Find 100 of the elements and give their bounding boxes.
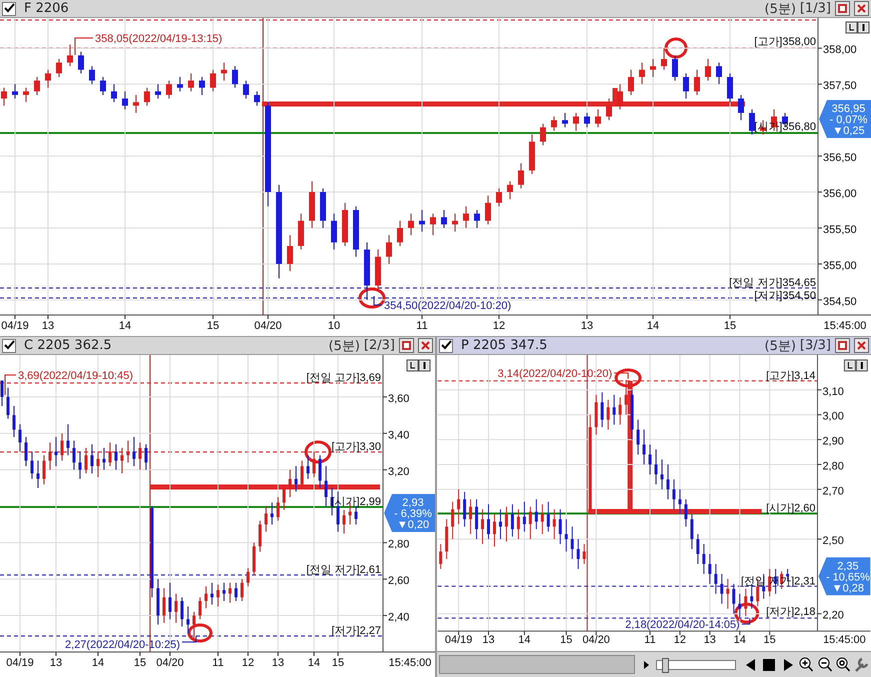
axis-label: 3,60 bbox=[388, 392, 410, 405]
price-level-label: [저가]354,50 bbox=[754, 290, 816, 302]
highlight-circle[interactable] bbox=[664, 38, 688, 58]
candlestick bbox=[650, 58, 656, 78]
time-axis-label: 13 bbox=[272, 657, 284, 669]
time-axis-label: 04/19 bbox=[1, 320, 29, 332]
time-axis-label: 15 bbox=[560, 634, 572, 646]
maximize-icon[interactable] bbox=[835, 338, 850, 353]
scale-toggle-icon[interactable] bbox=[418, 360, 430, 372]
time-axis-label: 15 bbox=[764, 634, 776, 646]
panel-title-bar[interactable]: F 2206 (5분) [1/3] bbox=[0, 0, 871, 18]
low-price-note: 354,50(2022/04/20-10:20) bbox=[384, 300, 512, 312]
time-axis-label: 13 bbox=[50, 657, 62, 669]
time-axis-label: 15 bbox=[206, 320, 220, 332]
time-axis-label: 13 bbox=[580, 320, 594, 332]
symbol-title: P 2205 347.5 bbox=[461, 338, 548, 353]
scale-toggle-icon[interactable] bbox=[846, 22, 858, 34]
axis-label: 2,80 bbox=[388, 538, 410, 551]
highlight-circle[interactable] bbox=[188, 624, 212, 642]
current-price: 2,93 bbox=[402, 497, 424, 509]
time-axis-label: 15:45:00 bbox=[824, 320, 866, 332]
scale-toggle-icon[interactable] bbox=[858, 22, 870, 34]
zoom-slider[interactable] bbox=[656, 660, 736, 670]
time-axis-label: 12 bbox=[674, 634, 686, 646]
time-axis-label: 15:45:00 bbox=[823, 634, 866, 646]
scroll-track[interactable] bbox=[439, 655, 635, 674]
close-icon[interactable] bbox=[854, 338, 869, 353]
interval-label: (5분) bbox=[764, 338, 796, 354]
leader-line bbox=[741, 618, 750, 625]
change-amount: ▼0,25 bbox=[832, 125, 865, 137]
wrench-icon[interactable] bbox=[853, 656, 869, 674]
leader-line bbox=[4, 374, 16, 396]
page-indicator: [3/3] bbox=[800, 338, 831, 353]
time-axis-label: 10 bbox=[328, 320, 340, 332]
close-icon[interactable] bbox=[418, 338, 433, 353]
scale-toggle-icon[interactable] bbox=[856, 359, 868, 372]
axis-label: 356,00 bbox=[823, 188, 857, 200]
time-axis-label: 04/20 bbox=[582, 634, 610, 646]
price-level-label: [고가]3,14 bbox=[766, 370, 816, 382]
price-level-label: [저가]2,27 bbox=[331, 625, 381, 637]
axis-label: 355,50 bbox=[823, 224, 857, 236]
panel-title-bar[interactable]: C 2205 362.5 (5분) [2/3] bbox=[0, 337, 435, 355]
highlight-circle[interactable] bbox=[358, 288, 386, 308]
slider-thumb[interactable] bbox=[662, 658, 669, 673]
axis-label: 3,00 bbox=[822, 410, 844, 423]
zoom-out-icon[interactable] bbox=[816, 656, 832, 674]
time-axis-label: 15 bbox=[724, 320, 736, 332]
price-level-label: [저가]2,18 bbox=[766, 606, 816, 618]
panel-checkbox[interactable] bbox=[439, 338, 453, 352]
time-axis-label: 14 bbox=[118, 320, 132, 332]
maximize-icon[interactable] bbox=[399, 338, 414, 353]
symbol-title: F 2206 bbox=[24, 1, 69, 16]
current-price-badge bbox=[819, 100, 871, 138]
time-axis-label: 04/19 bbox=[6, 657, 34, 669]
close-icon[interactable] bbox=[854, 1, 869, 16]
zoom-in-icon[interactable] bbox=[798, 656, 814, 674]
axis-label: 355,00 bbox=[823, 260, 857, 272]
time-axis-label: 15 bbox=[332, 657, 344, 669]
current-price-badge bbox=[384, 494, 435, 532]
panel-title-bar[interactable]: P 2205 347.5 (5분) [3/3] bbox=[437, 337, 871, 355]
zoom-reset-icon[interactable] bbox=[834, 656, 850, 674]
high-price-note: 3,69(2022/04/19-10:45) bbox=[18, 370, 133, 382]
time-axis-label: 14 bbox=[734, 634, 746, 646]
time-axis-label: 13 bbox=[42, 320, 54, 332]
scale-toggle-icon[interactable] bbox=[844, 359, 856, 372]
change-amount: ▼0,28 bbox=[832, 582, 864, 594]
time-axis-label: 15 bbox=[134, 657, 146, 669]
time-axis-label: 14 bbox=[308, 657, 320, 669]
maximize-icon[interactable] bbox=[835, 1, 850, 16]
price-level-label: [전일 저가]354,65 bbox=[729, 277, 816, 289]
highlight-circle[interactable] bbox=[614, 368, 642, 388]
axis-label: 3,40 bbox=[388, 429, 410, 442]
axis-label: 354,50 bbox=[823, 296, 857, 308]
scale-toggle-icon[interactable] bbox=[406, 360, 418, 372]
trend-line[interactable] bbox=[628, 380, 633, 510]
leader-line bbox=[182, 636, 196, 642]
axis-label: 2,20 bbox=[822, 610, 844, 622]
low-price-note: 2,18(2022/04/20-14:05) bbox=[625, 619, 740, 632]
interval-label: (5분) bbox=[328, 338, 360, 354]
leader-line bbox=[74, 38, 94, 56]
time-axis-label: 04/19 bbox=[444, 634, 472, 646]
time-axis-label: 04/20 bbox=[156, 657, 184, 669]
price-level-label: [고가]358,00 bbox=[754, 36, 816, 48]
price-level-label: [고가]3,30 bbox=[331, 441, 381, 453]
axis-label: 356,50 bbox=[823, 152, 857, 164]
page-indicator: [1/3] bbox=[800, 1, 831, 16]
axis-label: 2,80 bbox=[822, 460, 844, 472]
panel-checkbox[interactable] bbox=[2, 338, 16, 352]
trend-line[interactable] bbox=[588, 509, 762, 514]
highlight-circle[interactable] bbox=[304, 440, 332, 464]
panel-checkbox[interactable] bbox=[2, 2, 16, 16]
axis-label: 2,40 bbox=[388, 612, 410, 624]
price-level-label: [전일 저가]2,61 bbox=[306, 564, 381, 576]
current-price: 2,35 bbox=[837, 560, 859, 572]
time-axis-label: 12 bbox=[492, 320, 506, 332]
leader-line bbox=[374, 296, 382, 306]
time-axis-label: 13 bbox=[482, 634, 495, 646]
interval-label: (5분) bbox=[764, 0, 796, 18]
time-axis-label: 15:45:00 bbox=[388, 657, 432, 669]
trend-line[interactable] bbox=[150, 484, 380, 490]
